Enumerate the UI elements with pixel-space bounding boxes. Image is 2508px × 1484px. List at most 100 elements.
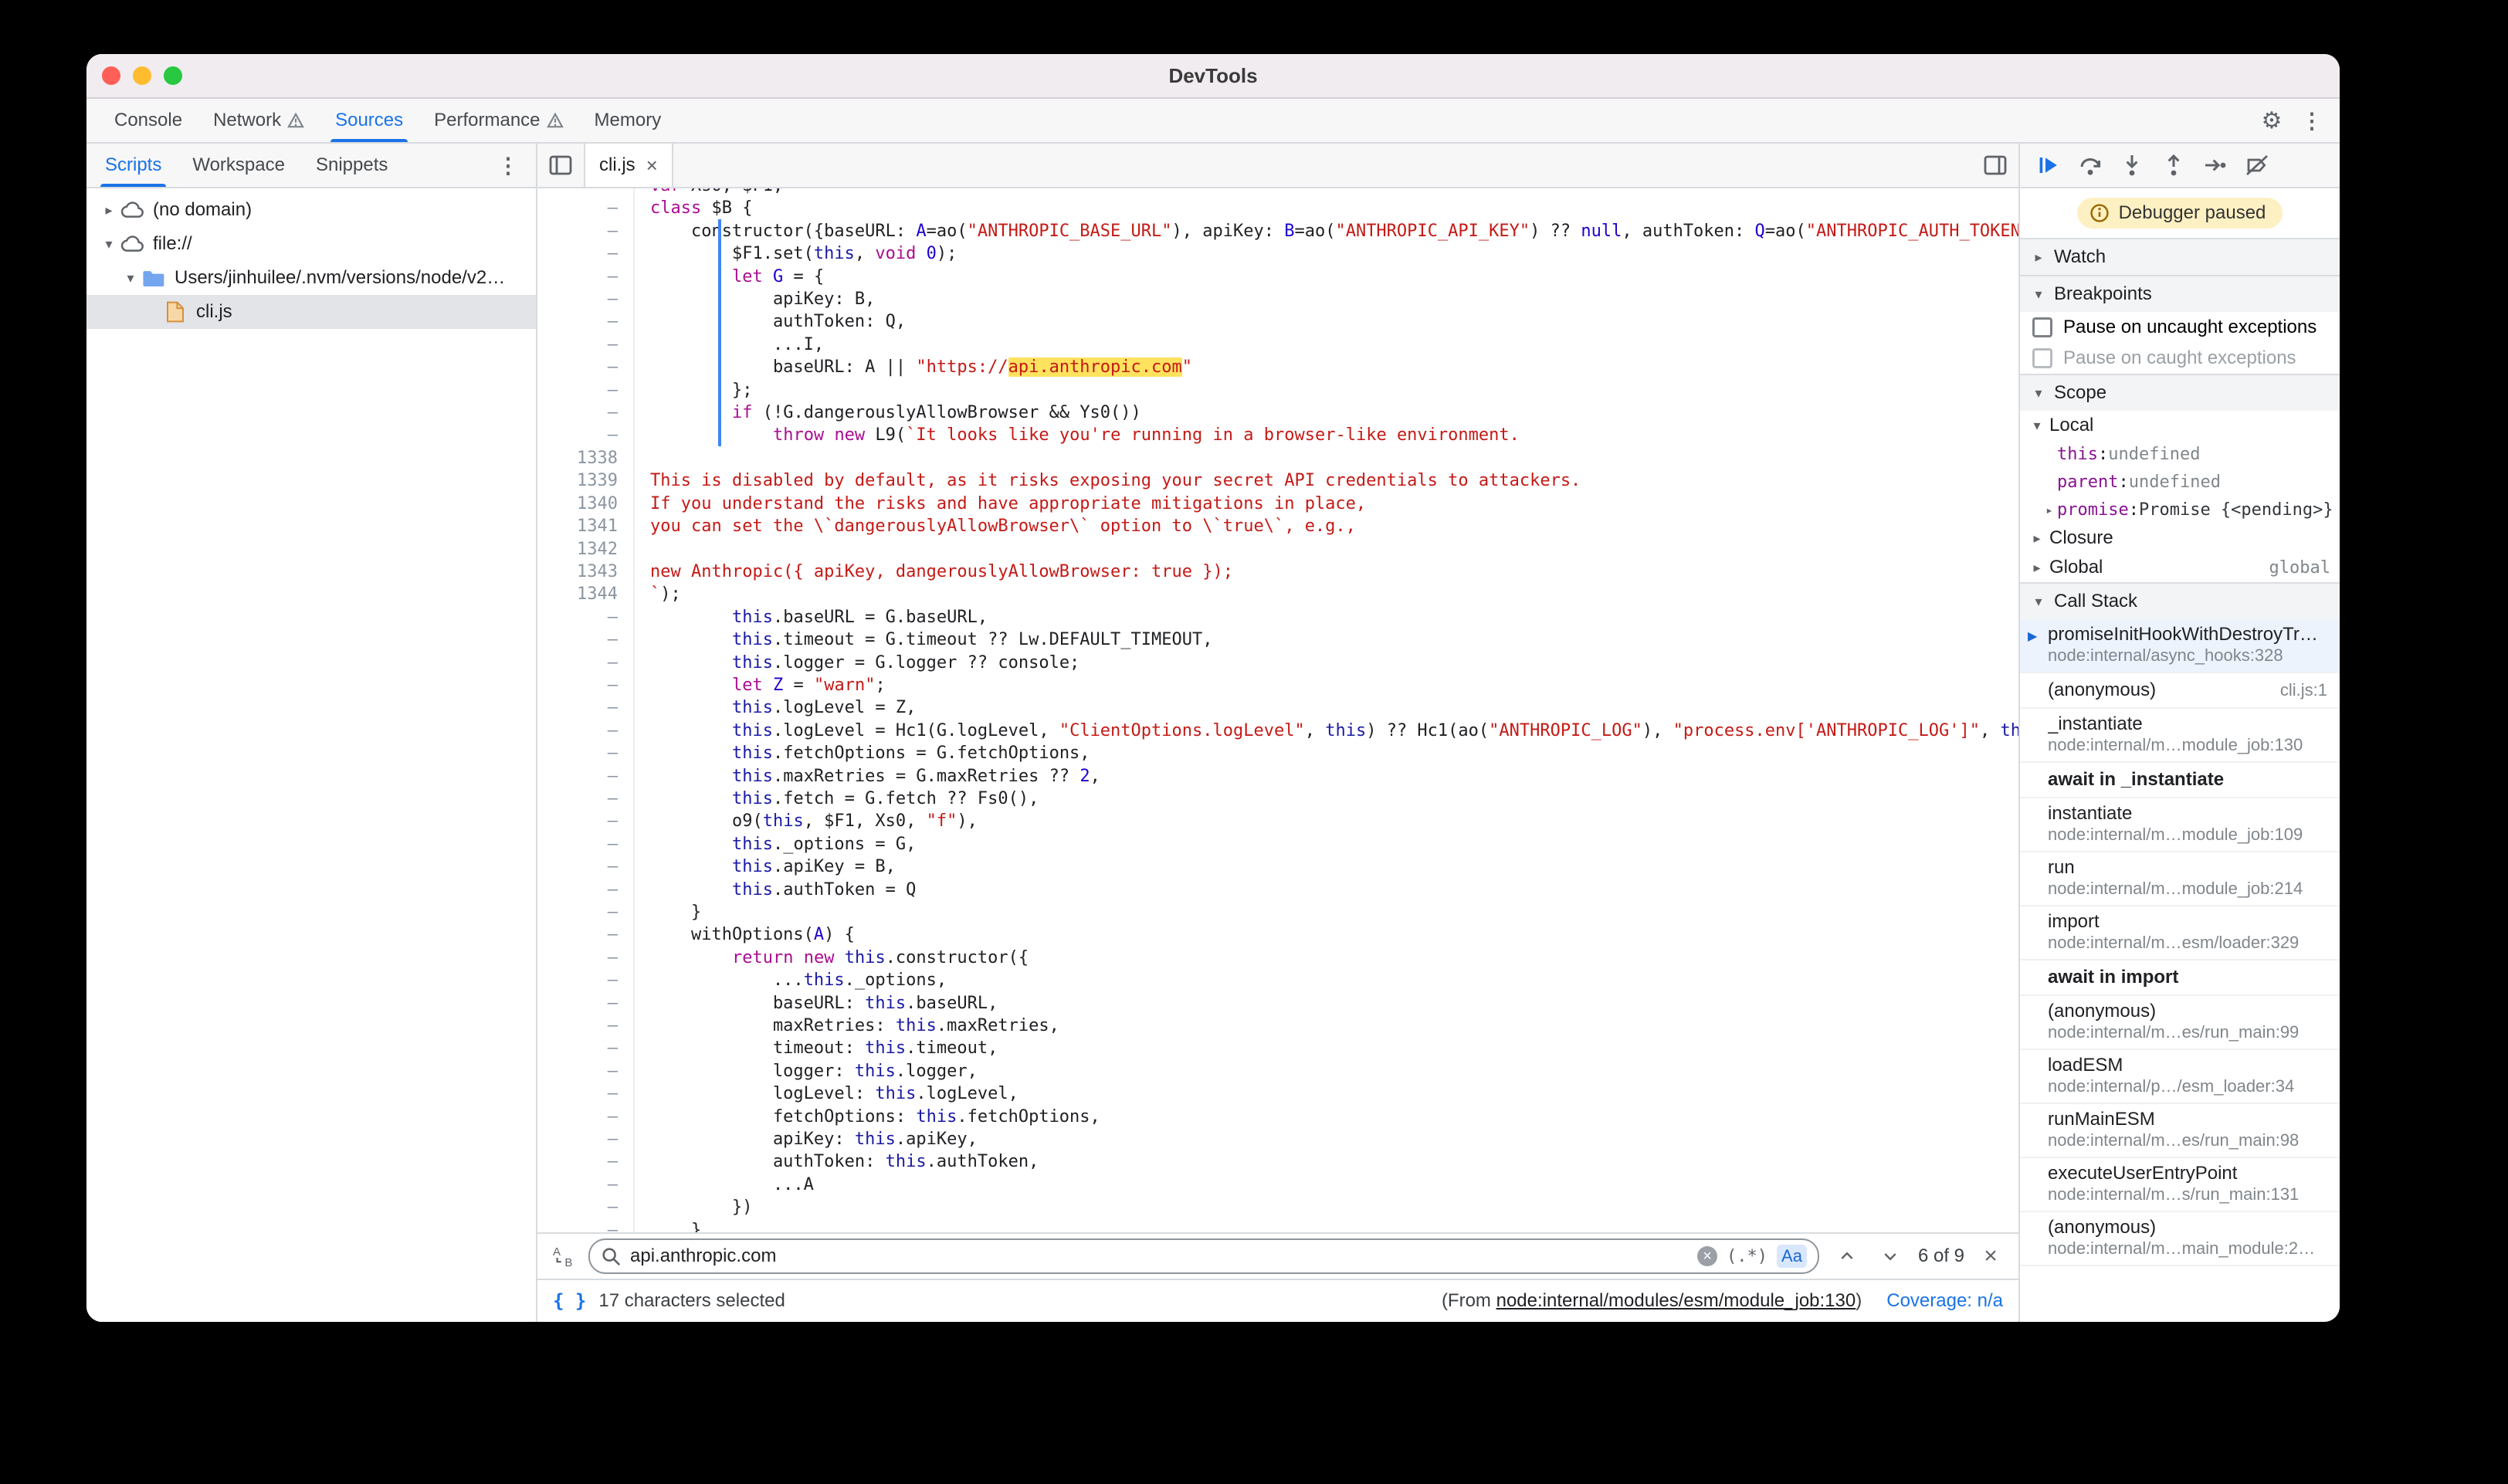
match-case-toggle[interactable]: Aa: [1777, 1245, 1807, 1268]
line-number[interactable]: –: [537, 1083, 635, 1105]
line-number[interactable]: –: [537, 197, 635, 219]
line-number[interactable]: –: [537, 810, 635, 832]
tree-item[interactable]: cli.js: [86, 295, 536, 329]
call-stack-frame[interactable]: promiseInitHookWithDestroyTr…node:intern…: [2020, 619, 2340, 673]
call-stack-frame[interactable]: runnode:internal/m…module_job:214: [2020, 852, 2340, 906]
line-number[interactable]: 1343: [537, 561, 635, 583]
call-stack-frame[interactable]: executeUserEntryPointnode:internal/m…s/r…: [2020, 1158, 2340, 1212]
code-line[interactable]: 1344`);: [537, 583, 2018, 605]
close-window-button[interactable]: [102, 66, 120, 85]
line-number[interactable]: 1344: [537, 583, 635, 605]
line-number[interactable]: –: [537, 334, 635, 356]
line-number[interactable]: –: [537, 1106, 635, 1128]
line-number[interactable]: –: [537, 1150, 635, 1173]
code-line[interactable]: – }: [537, 901, 2018, 923]
panel-tab-performance[interactable]: Performance: [419, 99, 578, 142]
disclosure-arrow[interactable]: ▸: [99, 202, 119, 219]
line-number[interactable]: 1341: [537, 515, 635, 537]
line-number[interactable]: 1342: [537, 538, 635, 561]
code-line[interactable]: – let Z = "warn";: [537, 674, 2018, 696]
code-line[interactable]: – }: [537, 1219, 2018, 1232]
coverage-link[interactable]: Coverage: n/a: [1886, 1290, 2003, 1312]
line-number[interactable]: –: [537, 652, 635, 674]
scope-group-closure[interactable]: ▸Closure: [2020, 523, 2340, 553]
code-line[interactable]: – apiKey: this.apiKey,: [537, 1128, 2018, 1150]
regex-toggle[interactable]: (.*): [1727, 1247, 1767, 1266]
call-stack-frame[interactable]: _instantiatenode:internal/m…module_job:1…: [2020, 709, 2340, 763]
toggle-debugger-sidebar-button[interactable]: [1972, 144, 2018, 187]
code-line[interactable]: – this.fetch = G.fetch ?? Fs0(),: [537, 788, 2018, 810]
code-line[interactable]: – this.timeout = G.timeout ?? Lw.DEFAULT…: [537, 628, 2018, 651]
close-search-icon[interactable]: ×: [1977, 1243, 2005, 1269]
line-number[interactable]: –: [537, 720, 635, 742]
code-line[interactable]: – ...this._options,: [537, 969, 2018, 991]
code-line[interactable]: – maxRetries: this.maxRetries,: [537, 1015, 2018, 1037]
code-line[interactable]: – return new this.constructor({: [537, 947, 2018, 969]
search-input[interactable]: [630, 1245, 1688, 1267]
scope-group-global[interactable]: ▸Globalglobal: [2020, 553, 2340, 582]
scope-property[interactable]: this: undefined: [2020, 440, 2340, 468]
line-number[interactable]: 1338: [537, 447, 635, 469]
scope-property[interactable]: parent: undefined: [2020, 468, 2340, 496]
source-origin-link[interactable]: node:internal/modules/esm/module_job:130: [1496, 1290, 1856, 1311]
close-tab-icon[interactable]: ×: [646, 155, 658, 175]
editor-tab-cli-js[interactable]: cli.js ×: [584, 144, 673, 187]
code-line[interactable]: – logger: this.logger,: [537, 1060, 2018, 1083]
line-number[interactable]: –: [537, 401, 635, 424]
line-number[interactable]: –: [537, 765, 635, 788]
line-number[interactable]: –: [537, 424, 635, 446]
pause-on-caught-checkbox[interactable]: [2032, 348, 2052, 368]
code-line[interactable]: – this.fetchOptions = G.fetchOptions,: [537, 742, 2018, 764]
code-line[interactable]: – this.apiKey = B,: [537, 856, 2018, 878]
code-line[interactable]: – $F1.set(this, void 0);: [537, 242, 2018, 265]
navigator-more-button[interactable]: ⋮: [490, 147, 527, 184]
settings-button[interactable]: ⚙: [2253, 102, 2290, 139]
code-line[interactable]: – this.baseURL = G.baseURL,: [537, 606, 2018, 628]
panel-tab-memory[interactable]: Memory: [579, 99, 677, 142]
previous-match-button[interactable]: [1832, 1241, 1862, 1272]
code-line[interactable]: – constructor({baseURL: A=ao("ANTHROPIC_…: [537, 220, 2018, 242]
step-over-button[interactable]: [2069, 145, 2111, 185]
pretty-print-icon[interactable]: { }: [553, 1290, 586, 1312]
line-number[interactable]: –: [537, 1060, 635, 1083]
line-number[interactable]: –: [537, 310, 635, 333]
line-number[interactable]: –: [537, 901, 635, 923]
disclosure-arrow[interactable]: ▾: [99, 236, 119, 252]
code-line[interactable]: – o9(this, $F1, Xs0, "f"),: [537, 810, 2018, 832]
section-scope[interactable]: ▾ Scope: [2020, 374, 2340, 411]
code-line[interactable]: –var Xs0, $F1,: [537, 188, 2018, 197]
line-number[interactable]: –: [537, 788, 635, 810]
panel-tab-sources[interactable]: Sources: [320, 99, 419, 142]
panel-tab-network[interactable]: Network: [198, 99, 320, 142]
line-number[interactable]: –: [537, 742, 635, 764]
code-line[interactable]: – this.logger = G.logger ?? console;: [537, 652, 2018, 674]
pause-on-uncaught-checkbox[interactable]: [2032, 317, 2052, 337]
tree-item[interactable]: ▸(no domain): [86, 193, 536, 227]
line-number[interactable]: –: [537, 923, 635, 946]
code-line[interactable]: – throw new L9(`It looks like you're run…: [537, 424, 2018, 446]
code-line[interactable]: 1339This is disabled by default, as it r…: [537, 469, 2018, 492]
tree-item[interactable]: ▾Users/jinhuilee/.nvm/versions/node/v2…: [86, 261, 536, 295]
code-line[interactable]: 1343new Anthropic({ apiKey, dangerouslyA…: [537, 561, 2018, 583]
resume-button[interactable]: [2028, 145, 2069, 185]
scope-property[interactable]: ▸promise: Promise {<pending>}: [2020, 496, 2340, 523]
step-button[interactable]: [2194, 145, 2236, 185]
line-number[interactable]: –: [537, 606, 635, 628]
replace-toggle-icon[interactable]: AB: [551, 1244, 576, 1269]
code-line[interactable]: – if (!G.dangerouslyAllowBrowser && Ys0(…: [537, 401, 2018, 424]
sidebar-tab-scripts[interactable]: Scripts: [90, 144, 177, 187]
line-number[interactable]: –: [537, 220, 635, 242]
call-stack-frame[interactable]: (anonymous)node:internal/m…main_module:2…: [2020, 1212, 2340, 1266]
line-number[interactable]: –: [537, 266, 635, 288]
section-watch[interactable]: ▸ Watch: [2020, 238, 2340, 275]
call-stack-frame[interactable]: importnode:internal/m…esm/loader:329: [2020, 906, 2340, 961]
line-number[interactable]: –: [537, 628, 635, 651]
code-line[interactable]: – this.authToken = Q: [537, 879, 2018, 901]
pause-on-caught-row[interactable]: Pause on caught exceptions: [2020, 343, 2340, 374]
code-line[interactable]: – withOptions(A) {: [537, 923, 2018, 946]
code-line[interactable]: 1338: [537, 447, 2018, 469]
line-number[interactable]: –: [537, 188, 635, 197]
call-stack-frame[interactable]: loadESMnode:internal/p…/esm_loader:34: [2020, 1050, 2340, 1104]
line-number[interactable]: –: [537, 1174, 635, 1196]
line-number[interactable]: 1340: [537, 493, 635, 515]
